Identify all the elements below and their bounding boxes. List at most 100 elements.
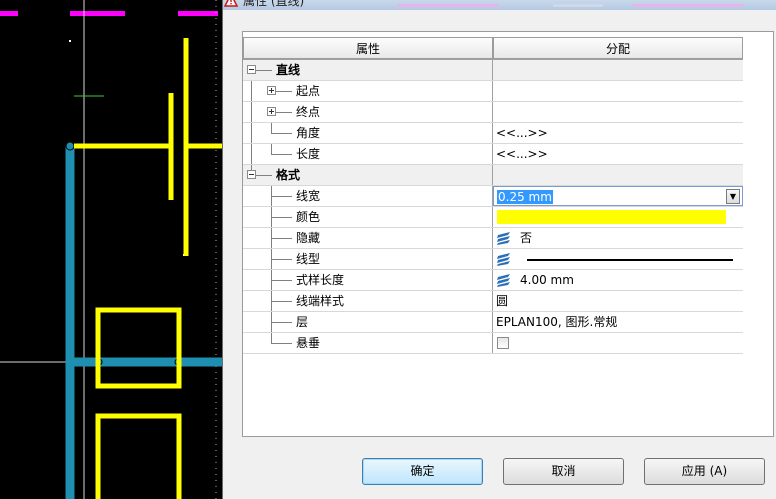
tree-line <box>271 154 292 155</box>
yellow-box <box>95 413 182 499</box>
cancel-button[interactable]: 取消 <box>503 458 624 485</box>
tree-line <box>271 217 292 218</box>
magenta-dash <box>0 11 18 16</box>
tree-line <box>251 123 252 143</box>
property-name-cell: 终点 <box>243 102 493 122</box>
property-row-start-point[interactable]: 起点 <box>243 81 743 102</box>
color-swatch[interactable] <box>497 210 726 224</box>
category-name-cell: 直线 <box>243 60 493 80</box>
property-name-cell: 线宽 <box>243 186 493 206</box>
collapse-icon[interactable] <box>247 170 256 179</box>
ok-button[interactable]: 确定 <box>362 458 483 485</box>
cad-drawing <box>0 0 222 499</box>
tree-line <box>271 133 292 134</box>
tree-line <box>271 196 292 197</box>
hidden-value-text: 否 <box>520 231 533 245</box>
property-grid: 属性 分配 直线 起点 终点 角度 <<...>> 长度 <<...>> 格式 … <box>243 37 743 354</box>
property-name-cell: 线型 <box>243 249 493 269</box>
tree-line <box>276 91 292 92</box>
property-name-cell: 层 <box>243 312 493 332</box>
titlebar-decoration <box>553 4 603 7</box>
property-row-hidden[interactable]: 隐藏 否 <box>243 228 743 249</box>
dialog-title: 属性 (直线) <box>243 0 305 8</box>
property-label: 线宽 <box>296 189 321 203</box>
property-label: 长度 <box>296 147 321 161</box>
tree-line <box>256 175 272 176</box>
pattern-length-value[interactable]: 4.00 mm <box>493 270 743 290</box>
line-type-sample <box>527 259 733 261</box>
property-panel: 属性 分配 直线 起点 终点 角度 <<...>> 长度 <<...>> 格式 … <box>242 31 774 437</box>
category-row-format[interactable]: 格式 <box>243 165 743 186</box>
property-value[interactable]: EPLAN100, 图形.常规 <box>493 312 743 332</box>
property-value[interactable]: <<...>> <box>493 144 743 164</box>
line-width-dropdown[interactable]: 0.25 mm ▼ <box>493 186 743 206</box>
expand-icon[interactable] <box>267 107 276 116</box>
collapse-icon[interactable] <box>247 65 256 74</box>
category-label: 格式 <box>276 168 301 182</box>
property-row-pattern-length[interactable]: 式样长度 4.00 mm <box>243 270 743 291</box>
property-row-end-point[interactable]: 终点 <box>243 102 743 123</box>
layer-stack-icon <box>497 253 510 266</box>
property-row-overhang[interactable]: 悬垂 <box>243 333 743 354</box>
property-value[interactable]: <<...>> <box>493 123 743 143</box>
magenta-dash <box>70 11 125 16</box>
dialog-titlebar[interactable]: 属性 (直线) <box>223 0 776 10</box>
magenta-dash <box>178 11 218 16</box>
warning-icon <box>224 0 238 7</box>
line-width-value[interactable]: 0.25 mm <box>497 190 553 204</box>
tree-line <box>271 144 272 154</box>
property-value[interactable] <box>493 102 743 122</box>
property-label: 起点 <box>296 84 321 98</box>
tree-line <box>251 144 252 164</box>
property-name-cell: 隐藏 <box>243 228 493 248</box>
category-row-line[interactable]: 直线 <box>243 60 743 81</box>
property-label: 隐藏 <box>296 231 321 245</box>
tree-line <box>271 301 292 302</box>
titlebar-decoration <box>633 4 743 7</box>
tree-line <box>271 343 292 344</box>
property-name-cell: 起点 <box>243 81 493 101</box>
yellow-box <box>95 307 182 389</box>
overhang-checkbox[interactable] <box>497 337 509 349</box>
property-name-cell: 颜色 <box>243 207 493 227</box>
property-row-color[interactable]: 颜色 <box>243 207 743 228</box>
hidden-value[interactable]: 否 <box>493 228 743 248</box>
property-label: 式样长度 <box>296 273 345 287</box>
column-header-property[interactable]: 属性 <box>243 37 493 59</box>
property-name-cell: 悬垂 <box>243 333 493 353</box>
property-label: 颜色 <box>296 210 321 224</box>
property-row-line-end-style[interactable]: 线端样式 圆 <box>243 291 743 312</box>
property-row-line-width[interactable]: 线宽 0.25 mm ▼ <box>243 186 743 207</box>
properties-dialog: 属性 (直线) 属性 分配 直线 起点 终点 角度 <<...>> 长度 <<.… <box>222 0 776 499</box>
titlebar-decoration <box>398 4 498 7</box>
color-value[interactable] <box>493 207 743 227</box>
property-row-layer[interactable]: 层 EPLAN100, 图形.常规 <box>243 312 743 333</box>
property-row-angle[interactable]: 角度 <<...>> <box>243 123 743 144</box>
tree-line <box>271 333 272 343</box>
line-type-value[interactable] <box>493 249 743 269</box>
property-value[interactable] <box>493 81 743 101</box>
tree-line <box>256 70 272 71</box>
layer-stack-icon <box>497 232 510 245</box>
overhang-value[interactable] <box>493 333 743 353</box>
property-name-cell: 长度 <box>243 144 493 164</box>
apply-button[interactable]: 应用 (A) <box>644 458 765 485</box>
column-header-value[interactable]: 分配 <box>493 37 743 59</box>
tree-line <box>271 123 272 133</box>
tree-line <box>251 81 252 101</box>
property-label: 线型 <box>296 252 321 266</box>
property-value[interactable]: 圆 <box>493 291 743 311</box>
property-name-cell: 角度 <box>243 123 493 143</box>
category-name-cell: 格式 <box>243 165 493 185</box>
tree-line <box>271 238 292 239</box>
property-label: 线端样式 <box>296 294 345 308</box>
chevron-down-icon[interactable]: ▼ <box>726 189 740 204</box>
cad-canvas[interactable] <box>0 0 222 499</box>
expand-icon[interactable] <box>267 86 276 95</box>
tree-line <box>251 102 252 122</box>
tree-line <box>271 322 292 323</box>
property-row-length[interactable]: 长度 <<...>> <box>243 144 743 165</box>
property-row-line-type[interactable]: 线型 <box>243 249 743 270</box>
wire-node <box>65 141 75 151</box>
layer-stack-icon <box>497 274 510 287</box>
